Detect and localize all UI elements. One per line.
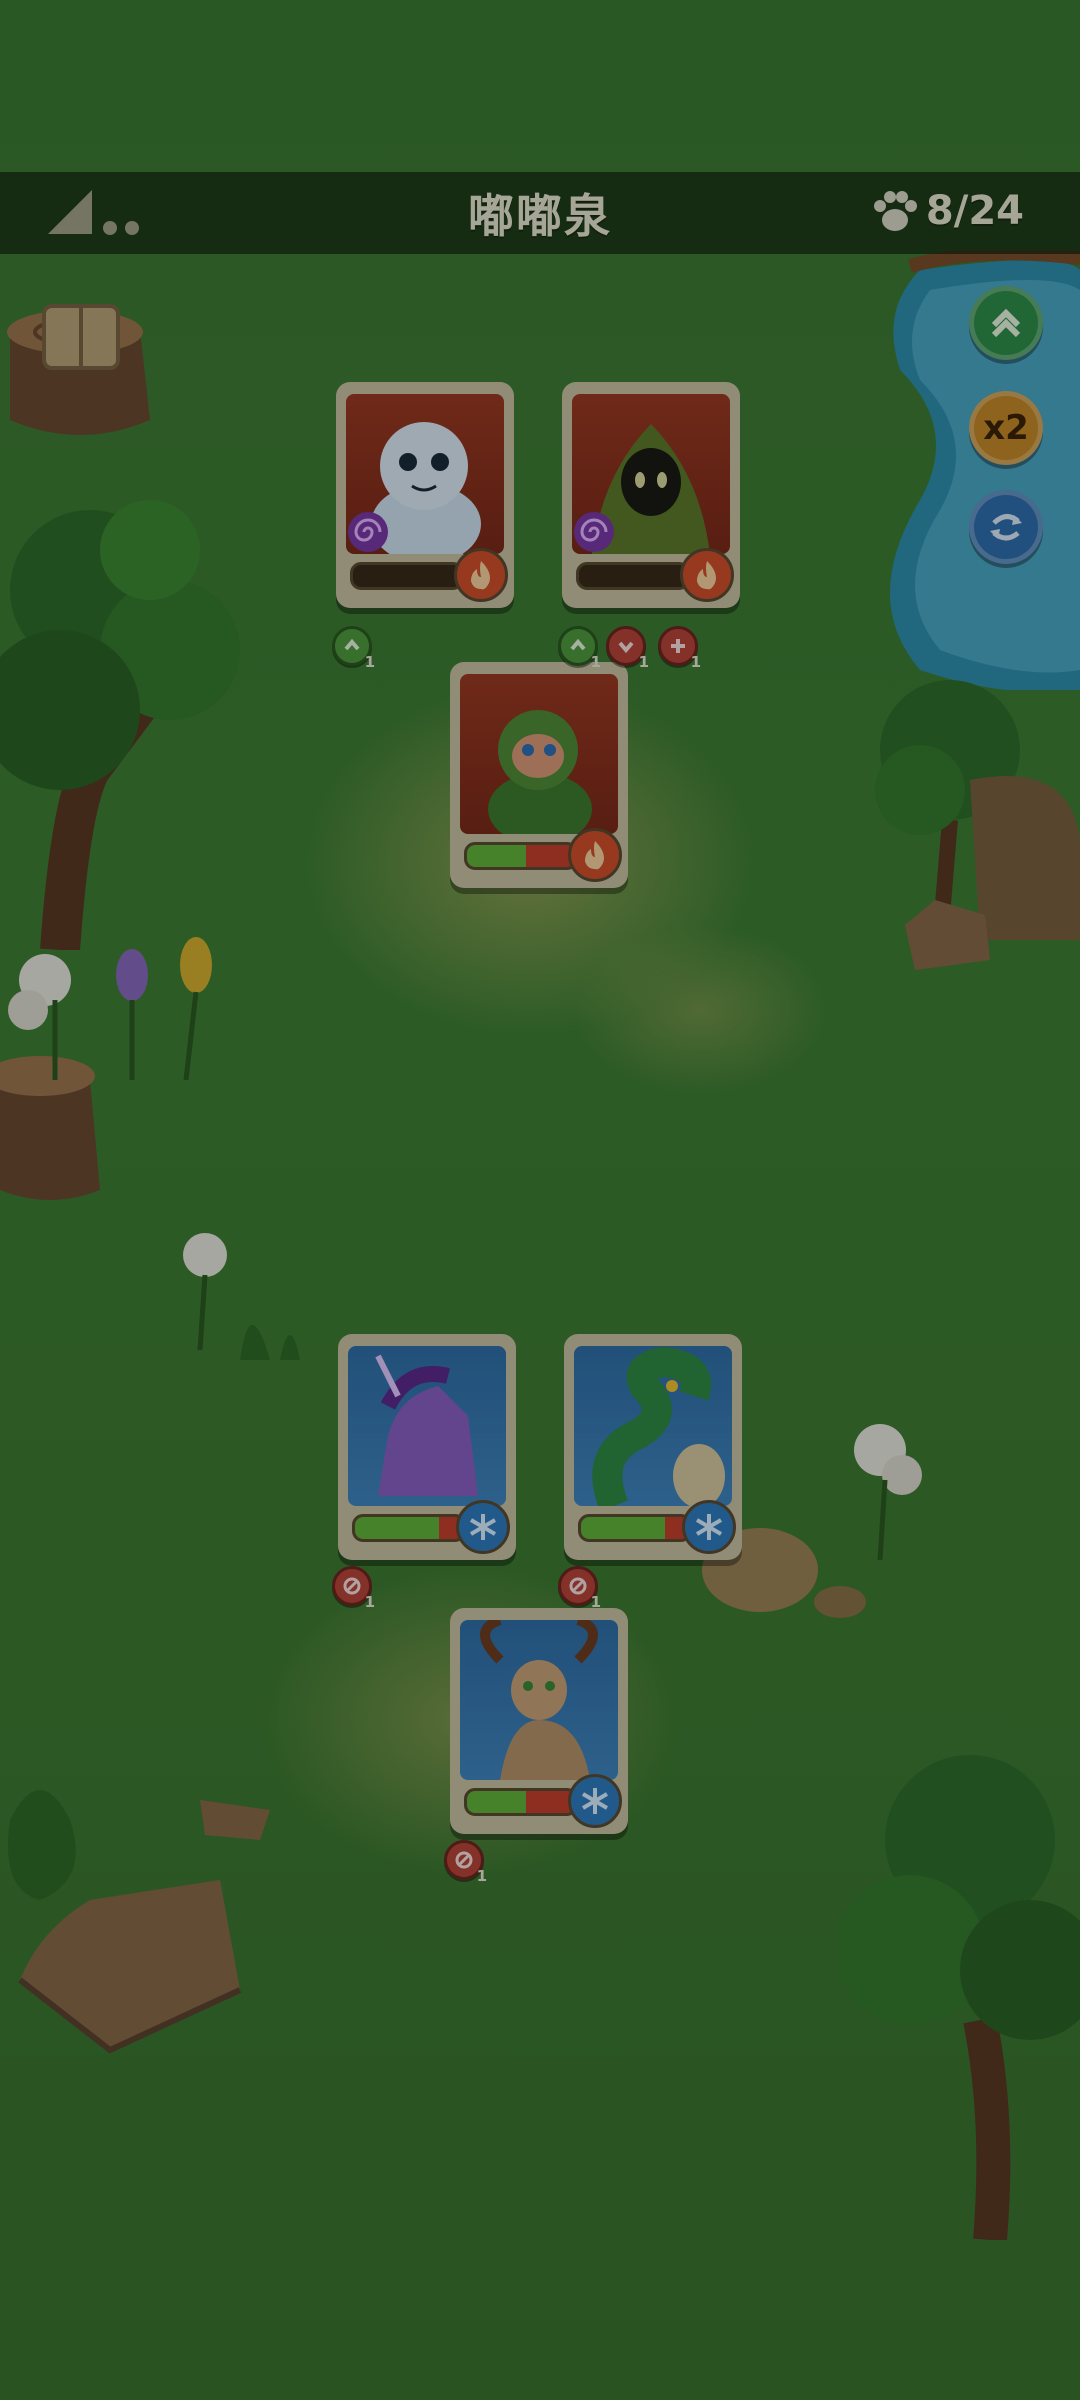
enemy-card-tiger[interactable] [336,382,514,608]
tree-bottom-right [840,1755,1080,2240]
horned-antelope-portrait [480,1620,598,1780]
ally-card-antelope[interactable] [450,1608,628,1834]
hp-bar [578,1514,692,1542]
enemy-card-monkey[interactable] [450,662,628,888]
swap-arrows-icon [990,514,1022,541]
enemy-card-hooded[interactable] [562,382,740,608]
paw-icon [873,191,917,231]
level-title: 嘟嘟泉 [468,189,612,243]
hp-bar [464,1788,578,1816]
signal-strength-icon [48,190,139,235]
card-art [574,1346,732,1506]
fire-element-icon [568,828,622,882]
green-monkey-portrait [488,710,592,834]
purple-swirl-status-icon [348,512,388,552]
hp-bar [464,842,578,870]
swap-button[interactable] [969,490,1043,564]
purple-unicorn-portrait [375,1354,478,1496]
buff-up-badge: 1 [332,626,375,671]
ice-element-icon [682,1500,736,1554]
fire-element-icon [454,548,508,602]
card-art [348,1346,506,1506]
counter-text: 8/24 [925,188,1024,234]
green-serpent-portrait [592,1346,725,1506]
blocked-status-badge: 1 [332,1566,375,1611]
capture-counter: 8/24 [870,186,1024,236]
rock-bottom-left [8,1790,270,2054]
ally-card-serpent[interactable] [564,1334,742,1560]
no-entry-icon [455,1851,473,1869]
dandelion-left [183,1233,300,1360]
fire-element-icon [680,548,734,602]
purple-swirl-status-icon [574,512,614,552]
hp-bar [576,562,690,590]
tree-left [0,500,240,950]
hp-bar [352,1514,466,1542]
rock-right-top [905,900,990,970]
game-scene: 嘟嘟泉 8/24 x2 1 1 1 1 1 1 1 [0,0,1080,2400]
speed-x2-button[interactable]: x2 [969,391,1043,465]
blocked-status-badge: 1 [444,1840,487,1885]
cross-icon [671,639,685,653]
chevron-up-icon [344,638,360,651]
chevron-down-icon [618,641,634,654]
flowers-left [8,937,212,1081]
buff-up-badge: 1 [558,626,601,671]
poison-badge: 1 [658,626,701,671]
upgrade-button[interactable] [969,286,1043,360]
book-button[interactable] [40,302,122,372]
ally-card-unicorn[interactable] [338,1334,516,1560]
ice-element-icon [456,1500,510,1554]
debuff-down-badge: 1 [606,626,649,671]
double-chevron-up-icon [991,308,1021,338]
chevron-up-icon [570,638,586,651]
ice-element-icon [568,1774,622,1828]
card-art [460,674,618,834]
blocked-status-badge: 1 [558,1566,601,1611]
no-entry-icon [343,1577,361,1595]
no-entry-icon [569,1577,587,1595]
top-bar: 嘟嘟泉 8/24 [0,172,1080,254]
hp-bar [350,562,464,590]
card-art [460,1620,618,1780]
